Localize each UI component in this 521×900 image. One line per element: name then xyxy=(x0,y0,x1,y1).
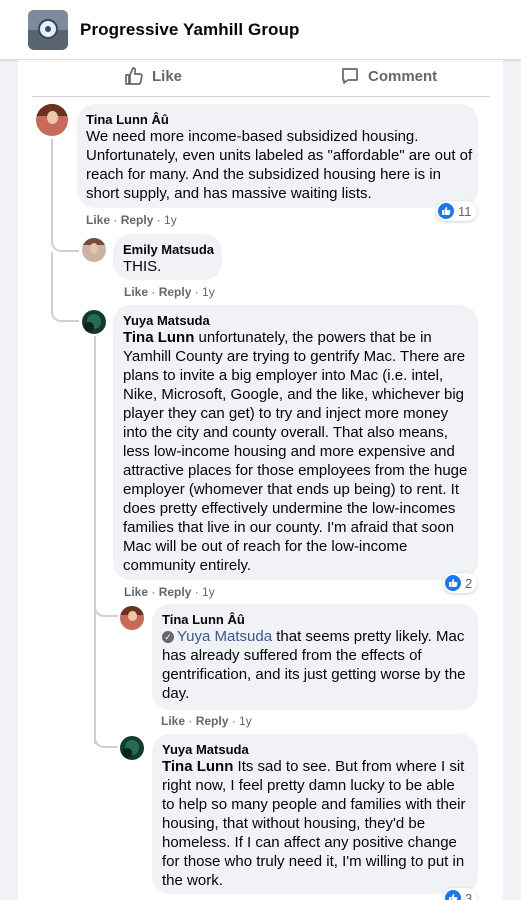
comment-author[interactable]: Yuya Matsuda xyxy=(123,313,210,328)
reply-link[interactable]: Reply xyxy=(159,285,192,299)
comment-text: Tina Lunn unfortunately, the powers that… xyxy=(123,328,471,575)
reaction-number: 2 xyxy=(465,575,473,591)
post-like-button[interactable]: Like xyxy=(124,63,182,89)
mention-link[interactable]: Tina Lunn xyxy=(123,329,194,346)
post-comment-button[interactable]: Comment xyxy=(340,63,437,89)
comment-text: THIS. xyxy=(123,258,162,275)
like-reaction-icon xyxy=(445,890,461,900)
comment-meta: Like · Reply · 1y xyxy=(124,285,215,299)
comment-icon xyxy=(342,68,358,84)
post-like-label: Like xyxy=(152,67,183,85)
comment-author[interactable]: Yuya Matsuda xyxy=(162,742,249,757)
thread-connector xyxy=(51,236,79,252)
mention-link[interactable]: Tina Lunn xyxy=(162,758,233,775)
reaction-count[interactable]: 11 xyxy=(436,201,477,221)
comment-bubble: Tina Lunn Âû We need more income-based s… xyxy=(77,104,478,208)
post-comment-label: Comment xyxy=(368,67,438,85)
reaction-count[interactable]: 2 xyxy=(443,573,478,593)
timestamp[interactable]: 1y xyxy=(239,714,252,728)
group-avatar[interactable] xyxy=(28,10,68,50)
avatar[interactable] xyxy=(120,736,144,760)
thread-connector xyxy=(94,734,118,748)
comment-body: unfortunately, the powers that be in Yam… xyxy=(123,329,468,574)
comment-meta: Like · Reply · 1y xyxy=(161,714,252,728)
thumbs-up-icon xyxy=(125,67,143,85)
avatar[interactable] xyxy=(82,310,106,334)
verified-check-icon: ✓ xyxy=(162,631,174,643)
avatar[interactable] xyxy=(82,238,106,262)
comment-bubble: Emily Matsuda THIS. xyxy=(113,234,222,280)
like-reaction-icon xyxy=(438,203,454,219)
post-actions: Like Comment xyxy=(18,60,503,90)
comment-bubble: Yuya Matsuda Tina Lunn unfortunately, th… xyxy=(113,305,478,580)
thread-line xyxy=(51,252,53,312)
comment-author[interactable]: Tina Lunn Âû xyxy=(86,112,169,127)
reply-link[interactable]: Reply xyxy=(196,714,229,728)
comment-text: We need more income-based subsidized hou… xyxy=(86,128,473,202)
comment-author[interactable]: Emily Matsuda xyxy=(123,242,214,257)
like-link[interactable]: Like xyxy=(124,585,148,599)
thread-line xyxy=(51,139,53,239)
like-reaction-icon xyxy=(445,575,461,591)
comment-author[interactable]: Tina Lunn Âû xyxy=(162,612,245,627)
like-link[interactable]: Like xyxy=(161,714,185,728)
thread-line xyxy=(94,336,96,744)
reply-link[interactable]: Reply xyxy=(121,213,154,227)
comment-text: Tina Lunn Its sad to see. But from where… xyxy=(162,757,470,890)
comment-meta: Like · Reply · 1y xyxy=(124,585,215,599)
reply-link[interactable]: Reply xyxy=(159,585,192,599)
timestamp[interactable]: 1y xyxy=(202,285,215,299)
like-link[interactable]: Like xyxy=(124,285,148,299)
comment-bubble: Yuya Matsuda Tina Lunn Its sad to see. B… xyxy=(152,734,478,894)
group-header: Progressive Yamhill Group xyxy=(0,0,521,60)
comment-text: ✓ Yuya Matsuda that seems pretty likely. … xyxy=(162,627,470,703)
thread-connector xyxy=(94,603,118,617)
comment-bubble: Tina Lunn Âû ✓ Yuya Matsuda that seems pr… xyxy=(152,604,478,710)
reaction-number: 11 xyxy=(458,203,472,219)
mention-link[interactable]: ✓ Yuya Matsuda xyxy=(162,628,272,645)
avatar[interactable] xyxy=(36,104,68,136)
avatar[interactable] xyxy=(120,606,144,630)
reaction-count[interactable]: 3 xyxy=(443,888,478,900)
comment-body: Its sad to see. But from where I sit rig… xyxy=(162,758,466,889)
thread-connector xyxy=(51,306,79,322)
group-name[interactable]: Progressive Yamhill Group xyxy=(80,20,300,40)
timestamp[interactable]: 1y xyxy=(164,213,177,227)
comment-meta: Like · Reply · 1y xyxy=(86,213,177,227)
like-link[interactable]: Like xyxy=(86,213,110,227)
reaction-number: 3 xyxy=(465,890,473,900)
group-logo-icon xyxy=(38,19,58,39)
timestamp[interactable]: 1y xyxy=(202,585,215,599)
actions-divider xyxy=(32,96,490,97)
